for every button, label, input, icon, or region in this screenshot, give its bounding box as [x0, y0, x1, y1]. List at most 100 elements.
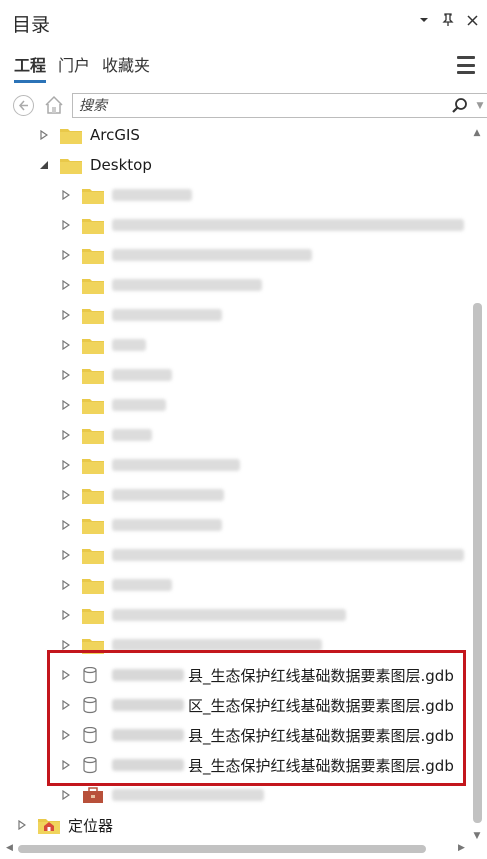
redacted-label — [112, 249, 312, 261]
tree-item-folder[interactable] — [0, 510, 470, 540]
tree-item-folder[interactable] — [0, 600, 470, 630]
scrollbar-thumb[interactable] — [18, 845, 426, 853]
tree-item-folder[interactable] — [0, 480, 470, 510]
expand-arrow-icon[interactable] — [60, 699, 72, 711]
redacted-label — [112, 489, 224, 501]
folder-icon — [60, 128, 82, 144]
tree-item-folder[interactable] — [0, 420, 470, 450]
expand-arrow-icon[interactable] — [60, 519, 72, 531]
expand-arrow-icon[interactable] — [60, 189, 72, 201]
tree-item-toolbox[interactable] — [0, 780, 470, 810]
expand-arrow-icon[interactable] — [60, 789, 72, 801]
redacted-label — [112, 549, 464, 561]
tree-item-folder[interactable] — [0, 360, 470, 390]
expand-arrow-icon[interactable] — [60, 759, 72, 771]
folder-icon — [82, 338, 104, 354]
tab-favorites[interactable]: 收藏夹 — [102, 52, 150, 83]
expand-arrow-icon[interactable] — [60, 669, 72, 681]
tree-item-locators[interactable]: 定位器 — [0, 810, 470, 840]
redacted-prefix — [112, 669, 184, 681]
tree-item-folder[interactable] — [0, 630, 470, 660]
scrollbar-thumb[interactable] — [473, 303, 482, 823]
tree-item-folder[interactable] — [0, 570, 470, 600]
search-input[interactable] — [73, 94, 451, 117]
tree-item-folder[interactable] — [0, 540, 470, 570]
scroll-left-icon[interactable]: ◀ — [6, 843, 13, 853]
folder-icon — [82, 218, 104, 234]
tree-item-folder[interactable] — [0, 390, 470, 420]
tab-project[interactable]: 工程 — [14, 52, 47, 83]
tree-item-label: ArcGIS — [90, 126, 140, 144]
expand-arrow-icon[interactable] — [60, 729, 72, 741]
tree-item-folder[interactable] — [0, 210, 470, 240]
tree-item-gdb[interactable]: 县_生态保护红线基础数据要素图层.gdb — [0, 750, 470, 780]
redacted-label — [112, 459, 240, 471]
tree-item-arcgis[interactable]: ArcGIS — [0, 120, 470, 150]
expand-arrow-icon[interactable] — [16, 819, 28, 831]
redacted-label — [112, 339, 146, 351]
expand-arrow-icon[interactable] — [38, 129, 50, 141]
redacted-label — [112, 639, 322, 651]
panel-options-icon[interactable] — [417, 12, 431, 28]
redacted-label — [112, 429, 152, 441]
redacted-label — [112, 789, 264, 801]
expand-arrow-icon[interactable] — [60, 249, 72, 261]
expand-arrow-icon[interactable] — [60, 219, 72, 231]
tree-item-folder[interactable] — [0, 330, 470, 360]
redacted-label — [112, 189, 192, 201]
expand-arrow-icon[interactable] — [60, 309, 72, 321]
tree-item-gdb[interactable]: 县_生态保护红线基础数据要素图层.gdb — [0, 660, 470, 690]
expand-arrow-icon[interactable] — [60, 399, 72, 411]
hamburger-menu-icon[interactable] — [457, 56, 475, 74]
pin-icon[interactable] — [441, 12, 455, 28]
expand-arrow-icon[interactable] — [60, 339, 72, 351]
folder-icon — [82, 608, 104, 624]
tree-item-folder[interactable] — [0, 270, 470, 300]
scroll-right-icon[interactable]: ▶ — [458, 843, 465, 853]
redacted-label — [112, 609, 346, 621]
redacted-label — [112, 309, 222, 321]
search-box: ▼ — [72, 93, 487, 118]
tree-item-label: 县_生态保护红线基础数据要素图层.gdb — [188, 666, 454, 685]
search-icon[interactable] — [451, 97, 469, 115]
folder-icon — [82, 398, 104, 414]
expand-arrow-icon[interactable] — [60, 639, 72, 651]
tree-item-gdb[interactable]: 区_生态保护红线基础数据要素图层.gdb — [0, 690, 470, 720]
home-icon[interactable] — [43, 94, 65, 116]
tree-item-gdb[interactable]: 县_生态保护红线基础数据要素图层.gdb — [0, 720, 470, 750]
folder-icon — [82, 368, 104, 384]
expand-arrow-icon[interactable] — [60, 279, 72, 291]
tree-item-folder[interactable] — [0, 240, 470, 270]
vertical-scrollbar[interactable]: ▲ ▼ — [470, 128, 484, 843]
expand-arrow-icon[interactable] — [60, 459, 72, 471]
search-dropdown-icon[interactable]: ▼ — [473, 101, 487, 111]
redacted-label — [112, 399, 166, 411]
tree-item-desktop[interactable]: Desktop — [0, 150, 470, 180]
redacted-label — [112, 579, 172, 591]
tree-item-label: 县_生态保护红线基础数据要素图层.gdb — [188, 726, 454, 745]
tree-item-folder[interactable] — [0, 450, 470, 480]
expand-arrow-icon[interactable] — [60, 489, 72, 501]
expand-arrow-icon[interactable] — [60, 429, 72, 441]
folder-icon — [82, 308, 104, 324]
expand-arrow-icon[interactable] — [60, 609, 72, 621]
panel-title: 目录 — [12, 14, 51, 36]
back-arrow-icon[interactable] — [13, 95, 34, 116]
search-row: ▼ — [10, 91, 487, 119]
scroll-up-icon[interactable]: ▲ — [472, 128, 482, 138]
expand-arrow-icon[interactable] — [60, 549, 72, 561]
expand-arrow-icon[interactable] — [60, 369, 72, 381]
tree-item-label: Desktop — [90, 156, 152, 174]
tab-portal[interactable]: 门户 — [58, 52, 90, 83]
expand-arrow-icon[interactable] — [60, 579, 72, 591]
collapse-arrow-icon[interactable] — [38, 159, 50, 171]
close-icon[interactable] — [465, 12, 479, 28]
redacted-prefix — [112, 699, 184, 711]
redacted-prefix — [112, 729, 184, 741]
horizontal-scrollbar[interactable]: ◀ ▶ — [0, 842, 487, 856]
tree-item-label: 县_生态保护红线基础数据要素图层.gdb — [188, 756, 454, 775]
tree-item-folder[interactable] — [0, 180, 470, 210]
scroll-down-icon[interactable]: ▼ — [472, 831, 482, 841]
folder-icon — [82, 548, 104, 564]
tree-item-folder[interactable] — [0, 300, 470, 330]
